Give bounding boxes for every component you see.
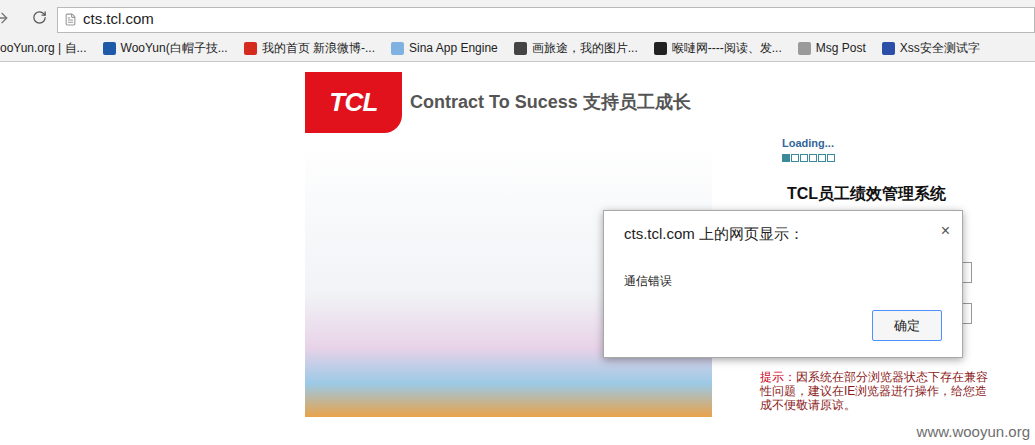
- loading-block: [809, 154, 817, 162]
- loading-block: [818, 154, 826, 162]
- close-button[interactable]: ×: [941, 223, 950, 239]
- loading-block: [800, 154, 808, 162]
- hint: 提示：因系统在部分浏览器状态下存在兼容性问题，建议在IE浏览器进行操作，给您造成…: [760, 370, 988, 412]
- tcl-logo: TCL: [305, 72, 402, 133]
- dialog-title: cts.tcl.com 上的网页显示：: [624, 223, 804, 246]
- bookmark[interactable]: 画旅途，我的图片...: [514, 39, 638, 57]
- alert-dialog: cts.tcl.com 上的网页显示： × 通信错误确定: [603, 210, 963, 358]
- screen: cts.tcl.com ooYun.org | 自... WooYun(白帽子技..…: [0, 0, 1035, 445]
- favicon-icon: [882, 42, 895, 55]
- ok-button[interactable]: 确定: [872, 310, 942, 342]
- reload-icon[interactable]: [32, 10, 47, 25]
- slogan: Contract To Sucess 支持员工成长: [410, 89, 691, 116]
- bookmark[interactable]: Msg Post: [798, 39, 866, 57]
- header: TCL Contract To Sucess 支持员工成长: [305, 72, 712, 133]
- loading: Loading...: [782, 135, 1030, 162]
- bookmark[interactable]: Xss安全测试字: [882, 39, 980, 57]
- bookmark[interactable]: 我的首页 新浪微博-...: [244, 39, 375, 57]
- url-text: cts.tcl.com: [83, 8, 154, 31]
- bookmark[interactable]: Sina App Engine: [391, 39, 498, 57]
- loading-block: [791, 154, 799, 162]
- loading-block: [782, 154, 790, 162]
- forward-icon[interactable]: [0, 10, 10, 26]
- bookmark[interactable]: ooYun.org | 自...: [0, 39, 87, 57]
- address-bar[interactable]: cts.tcl.com: [57, 7, 1035, 33]
- bookmark[interactable]: 喉嗹网----阅读、发...: [654, 39, 782, 57]
- system-title: TCL员工绩效管理系统: [787, 182, 1030, 206]
- bookmarks-bar: ooYun.org | 自... WooYun(白帽子技... 我的首页 新浪微博-…: [0, 35, 1035, 62]
- favicon-icon: [654, 42, 667, 55]
- favicon-icon: [391, 42, 404, 55]
- favicon-icon: [103, 42, 116, 55]
- favicon-icon: [244, 42, 257, 55]
- favicon-icon: [514, 42, 527, 55]
- favicon-icon: [798, 42, 811, 55]
- dialog-message: 通信错误: [624, 272, 942, 290]
- watermark: www.wooyun.org: [917, 421, 1030, 444]
- loading-block: [827, 154, 835, 162]
- bookmark[interactable]: WooYun(白帽子技...: [103, 39, 228, 57]
- page-icon: [64, 13, 77, 26]
- browser-toolbar: cts.tcl.com: [0, 0, 1035, 35]
